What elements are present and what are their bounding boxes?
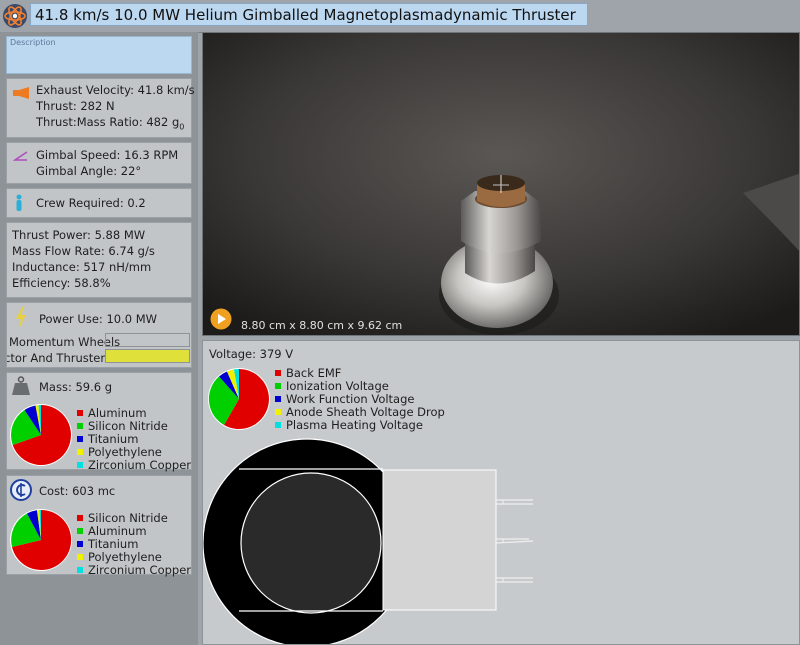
momentum-wheels-label: Momentum Wheels — [9, 335, 121, 349]
legend-item: Zirconium Copper — [77, 562, 191, 578]
voltage-label: Voltage: 379 V — [209, 347, 294, 361]
crew-required: Crew Required: 0.2 — [36, 196, 146, 210]
exhaust-panel: Exhaust Velocity: 41.8 km/s Thrust: 282 … — [6, 78, 195, 138]
legend-item: Work Function Voltage — [275, 392, 414, 406]
legend-swatch — [77, 554, 83, 560]
mass-label: Mass: 59.6 g — [39, 380, 113, 394]
dimensions-readout: 8.80 cm x 8.80 cm x 9.62 cm — [241, 319, 403, 332]
legend-swatch — [77, 462, 83, 468]
thruster-label: ector And Thruster — [6, 351, 106, 365]
voltage-pie-chart — [208, 368, 270, 430]
thrust-value: Thrust: 282 N — [36, 99, 115, 113]
gimbal-angle: Gimbal Angle: 22° — [36, 164, 142, 178]
crew-icon — [16, 194, 22, 211]
cost-pie-chart — [10, 509, 72, 571]
description-field[interactable]: Description — [6, 36, 192, 74]
legend-swatch — [77, 410, 83, 416]
legend-swatch — [77, 567, 83, 573]
legend-swatch — [77, 541, 83, 547]
legend-item: Ionization Voltage — [275, 379, 389, 393]
model-viewport[interactable]: 8.80 cm x 8.80 cm x 9.62 cm — [202, 32, 800, 336]
momentum-wheels-power-bar — [105, 333, 190, 347]
legend-swatch — [77, 436, 83, 442]
legend-item: Anode Sheath Voltage Drop — [275, 405, 445, 419]
stats-sidebar: Description Exhaust Velocity: 41.8 km/s … — [0, 32, 198, 645]
crew-panel: Crew Required: 0.2 — [6, 188, 192, 218]
lightning-icon — [16, 307, 26, 329]
thrust-mass-ratio: Thrust:Mass Ratio: 482 g0 — [36, 115, 185, 132]
title-bar: 41.8 km/s 10.0 MW Helium Gimballed Magne… — [0, 0, 800, 33]
legend-swatch — [275, 396, 281, 402]
mass-panel: Mass: 59.6 g Aluminum Silicon Nitride Ti… — [6, 372, 192, 473]
exhaust-icon — [13, 87, 29, 99]
legend-swatch — [275, 370, 281, 376]
power-stats-panel: Thrust Power: 5.88 MW Mass Flow Rate: 6.… — [6, 222, 192, 298]
legend-item: Back EMF — [275, 366, 341, 380]
legend-swatch — [275, 409, 281, 415]
gimbal-icon — [13, 151, 28, 161]
legend-swatch — [275, 383, 281, 389]
thruster-bar-fill — [106, 350, 189, 362]
cost-label: Cost: 603 mc — [39, 484, 116, 498]
thruster-power-bar — [105, 349, 190, 363]
weight-icon — [12, 376, 30, 395]
gimbal-panel: Gimbal Speed: 16.3 RPM Gimbal Angle: 22° — [6, 142, 192, 184]
thruster-render — [203, 33, 799, 335]
title-field[interactable]: 41.8 km/s 10.0 MW Helium Gimballed Magne… — [30, 3, 588, 26]
play-icon[interactable] — [210, 308, 232, 330]
legend-swatch — [77, 515, 83, 521]
inductance: Inductance: 517 nH/mm — [12, 260, 152, 274]
thrust-power: Thrust Power: 5.88 MW — [12, 228, 146, 242]
mass-pie-chart — [10, 404, 72, 466]
legend-item: Plasma Heating Voltage — [275, 418, 423, 432]
mass-flow-rate: Mass Flow Rate: 6.74 g/s — [12, 244, 155, 258]
legend-swatch — [77, 449, 83, 455]
power-use-label: Power Use: 10.0 MW — [39, 312, 157, 326]
schematic-panel: Voltage: 379 V Back EMF Ionization Volta… — [202, 340, 800, 645]
cost-panel: Cost: 603 mc Silicon Nitride Aluminum Ti… — [6, 475, 192, 578]
credits-icon — [10, 479, 32, 501]
legend-item: Zirconium Copper — [77, 457, 191, 473]
thruster-schematic — [203, 438, 534, 644]
legend-swatch — [77, 423, 83, 429]
efficiency: Efficiency: 58.8% — [12, 276, 111, 290]
legend-swatch — [77, 528, 83, 534]
power-use-panel: Power Use: 10.0 MW Momentum Wheels ector… — [6, 302, 192, 368]
gimbal-speed: Gimbal Speed: 16.3 RPM — [36, 148, 179, 162]
legend-swatch — [275, 422, 281, 428]
description-placeholder: Description — [10, 38, 56, 47]
atom-icon — [3, 4, 27, 28]
page-title: 41.8 km/s 10.0 MW Helium Gimballed Magne… — [35, 6, 576, 24]
exhaust-velocity: Exhaust Velocity: 41.8 km/s — [36, 83, 195, 97]
